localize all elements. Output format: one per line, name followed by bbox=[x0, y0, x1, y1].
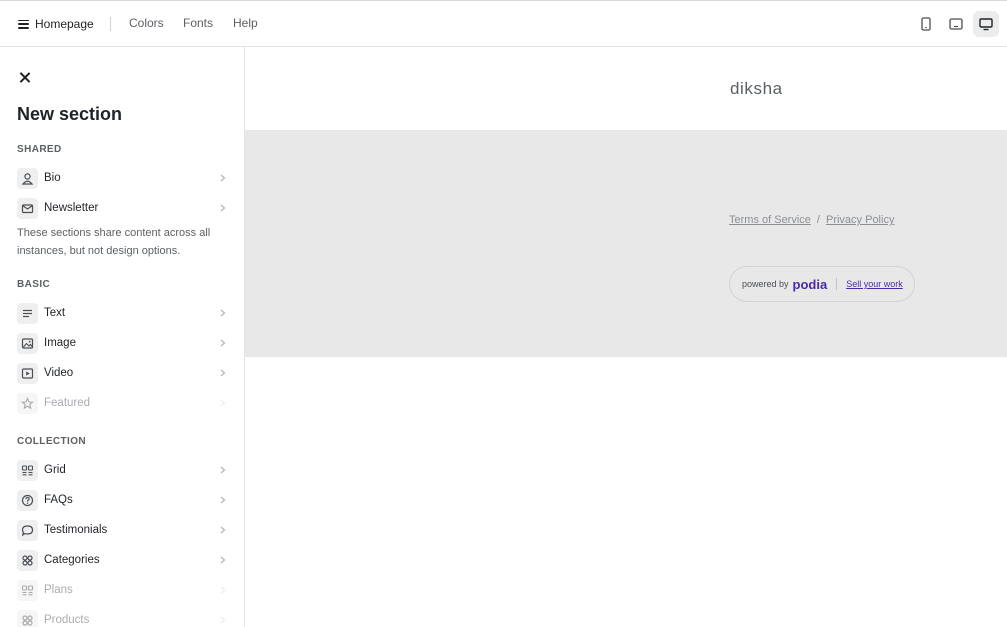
section-item-categories[interactable]: Categories bbox=[17, 549, 227, 571]
site-footer[interactable]: Terms of Service / Privacy Policy powere… bbox=[245, 130, 1007, 357]
privacy-policy-link[interactable]: Privacy Policy bbox=[826, 214, 894, 226]
section-item-label: Text bbox=[44, 307, 66, 319]
chat-bubble-icon bbox=[17, 519, 38, 541]
section-item-label: Featured bbox=[44, 397, 91, 409]
fonts-link[interactable]: Fonts bbox=[183, 16, 213, 30]
play-icon bbox=[17, 362, 38, 384]
section-item-grid[interactable]: Grid bbox=[17, 459, 227, 481]
hamburger-icon bbox=[18, 19, 29, 29]
colors-link[interactable]: Colors bbox=[129, 16, 164, 30]
grid-list-icon bbox=[17, 459, 38, 481]
section-item-testimonials[interactable]: Testimonials bbox=[17, 519, 227, 541]
chevron-right-icon bbox=[219, 309, 227, 317]
sell-your-work-link[interactable]: Sell your work bbox=[846, 279, 903, 289]
homepage-label: Homepage bbox=[35, 17, 94, 31]
phone-icon bbox=[921, 17, 931, 31]
chevron-right-icon bbox=[219, 496, 227, 504]
star-icon bbox=[17, 392, 38, 414]
section-item-label: Newsletter bbox=[44, 202, 99, 214]
chevron-right-icon bbox=[219, 339, 227, 347]
section-item-label: Grid bbox=[44, 464, 66, 476]
section-item-label: Bio bbox=[44, 172, 61, 184]
text-lines-icon bbox=[17, 302, 38, 324]
podia-logo: podia bbox=[792, 276, 828, 292]
envelope-icon bbox=[17, 197, 38, 219]
chevron-right-icon bbox=[219, 526, 227, 534]
section-item-label: Products bbox=[44, 614, 90, 626]
four-circles-icon bbox=[17, 609, 38, 627]
section-item-plans: Plans bbox=[17, 579, 227, 601]
shared-sections-note: These sections share content across all … bbox=[17, 227, 211, 257]
section-item-products: Products bbox=[17, 609, 227, 627]
section-item-image[interactable]: Image bbox=[17, 332, 227, 354]
section-item-faqs[interactable]: FAQs bbox=[17, 489, 227, 511]
panel-title: New section bbox=[17, 104, 123, 124]
tablet-icon bbox=[949, 18, 963, 30]
section-item-label: Image bbox=[44, 337, 76, 349]
chevron-right-icon bbox=[219, 369, 227, 377]
section-item-label: Categories bbox=[44, 554, 100, 566]
chevron-right-icon bbox=[219, 399, 227, 407]
section-item-text[interactable]: Text bbox=[17, 302, 227, 324]
close-icon[interactable] bbox=[18, 71, 32, 85]
nav-divider bbox=[110, 17, 111, 31]
tablet-view-button[interactable] bbox=[943, 11, 969, 37]
group-label-collection: COLLECTION bbox=[17, 436, 86, 447]
chevron-right-icon bbox=[219, 616, 227, 624]
chevron-right-icon bbox=[219, 204, 227, 212]
chevron-right-icon bbox=[219, 466, 227, 474]
powered-by-label: powered by bbox=[742, 279, 789, 289]
footer-legal-links: Terms of Service / Privacy Policy bbox=[729, 214, 894, 226]
section-item-video[interactable]: Video bbox=[17, 362, 227, 384]
section-item-label: Video bbox=[44, 367, 74, 379]
section-item-label: Testimonials bbox=[44, 524, 108, 536]
question-icon bbox=[17, 489, 38, 511]
section-item-label: Plans bbox=[44, 584, 73, 596]
top-bar: Homepage Colors Fonts Help bbox=[0, 0, 1007, 47]
powered-by-podia-badge: powered by podia Sell your work bbox=[729, 266, 915, 302]
terms-of-service-link[interactable]: Terms of Service bbox=[729, 214, 811, 226]
phone-view-button[interactable] bbox=[913, 11, 939, 37]
homepage-menu-button[interactable]: Homepage bbox=[18, 15, 94, 33]
group-label-basic: BASIC bbox=[17, 279, 51, 290]
desktop-view-button[interactable] bbox=[973, 11, 999, 37]
section-item-newsletter[interactable]: Newsletter bbox=[17, 197, 227, 219]
section-item-label: FAQs bbox=[44, 494, 73, 506]
help-link[interactable]: Help bbox=[233, 16, 258, 30]
four-circles-icon bbox=[17, 549, 38, 571]
desktop-icon bbox=[979, 18, 993, 31]
grid-list-icon bbox=[17, 579, 38, 601]
legal-divider: / bbox=[816, 214, 820, 226]
group-label-shared: SHARED bbox=[17, 144, 62, 155]
badge-divider bbox=[836, 278, 838, 290]
person-icon bbox=[17, 167, 38, 189]
new-section-panel: New section SHARED Bio Newsletter These … bbox=[0, 47, 245, 627]
chevron-right-icon bbox=[219, 586, 227, 594]
image-icon bbox=[17, 332, 38, 354]
section-item-featured: Featured bbox=[17, 392, 227, 414]
page-preview: diksha Terms of Service / Privacy Policy… bbox=[245, 47, 1007, 627]
section-item-bio[interactable]: Bio bbox=[17, 167, 227, 189]
chevron-right-icon bbox=[219, 556, 227, 564]
site-brand-name[interactable]: diksha bbox=[730, 79, 783, 99]
chevron-right-icon bbox=[219, 174, 227, 182]
